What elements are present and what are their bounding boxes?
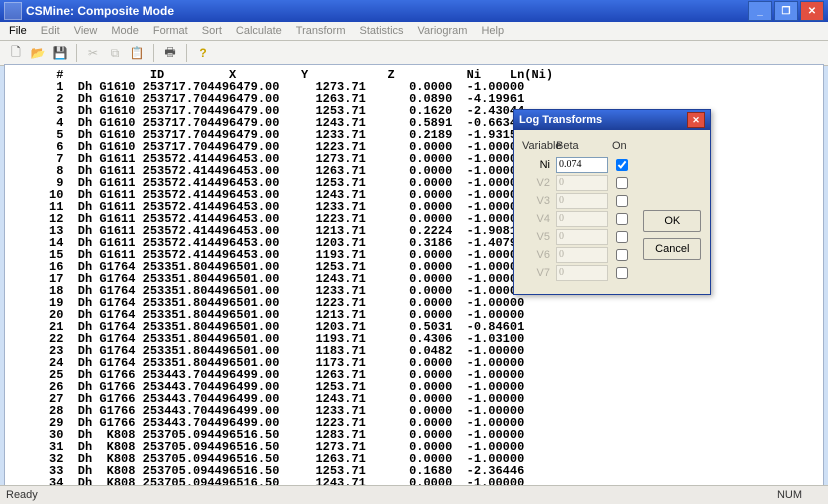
menu-file[interactable]: File bbox=[4, 25, 32, 37]
ok-button[interactable]: OK bbox=[643, 210, 701, 232]
on-checkbox-v2[interactable] bbox=[616, 177, 628, 189]
log-transforms-dialog: Log Transforms ✕ Variable Beta On Ni V2 V3… bbox=[513, 109, 711, 295]
menu-statistics[interactable]: Statistics bbox=[355, 25, 409, 37]
status-left: Ready bbox=[6, 489, 38, 501]
cancel-button[interactable]: Cancel bbox=[643, 238, 701, 260]
beta-input-v6 bbox=[556, 247, 608, 263]
help-icon[interactable]: ? bbox=[193, 43, 213, 63]
var-label: V5 bbox=[522, 231, 556, 243]
menu-bar: File Edit View Mode Format Sort Calculat… bbox=[0, 22, 828, 41]
window-title: CSMine: Composite Mode bbox=[26, 4, 174, 18]
var-label: V6 bbox=[522, 249, 556, 261]
menu-edit[interactable]: Edit bbox=[36, 25, 65, 37]
var-row-v4: V4 bbox=[522, 210, 643, 227]
header-beta: Beta bbox=[556, 140, 612, 152]
menu-mode[interactable]: Mode bbox=[106, 25, 144, 37]
var-label: Ni bbox=[522, 159, 556, 171]
print-icon[interactable]: 🖶 bbox=[160, 43, 180, 63]
var-row-ni: Ni bbox=[522, 156, 643, 173]
cut-icon[interactable]: ✂ bbox=[83, 43, 103, 63]
on-checkbox-v6[interactable] bbox=[616, 249, 628, 261]
open-icon[interactable]: 📂 bbox=[28, 43, 48, 63]
toolbar-separator bbox=[76, 44, 77, 62]
beta-input-v4 bbox=[556, 211, 608, 227]
dialog-close-button[interactable]: ✕ bbox=[687, 112, 705, 128]
paste-icon[interactable]: 📋 bbox=[127, 43, 147, 63]
on-checkbox-ni[interactable] bbox=[616, 159, 628, 171]
header-variable: Variable bbox=[522, 140, 556, 152]
maximize-button[interactable]: ❐ bbox=[774, 1, 798, 21]
menu-format[interactable]: Format bbox=[148, 25, 193, 37]
var-row-v5: V5 bbox=[522, 228, 643, 245]
menu-transform[interactable]: Transform bbox=[291, 25, 351, 37]
dialog-title-bar: Log Transforms ✕ bbox=[514, 110, 710, 130]
menu-sort[interactable]: Sort bbox=[197, 25, 227, 37]
status-bar: Ready NUM bbox=[0, 485, 828, 504]
new-icon[interactable]: 🗋 bbox=[6, 43, 26, 63]
status-right: NUM bbox=[777, 489, 802, 501]
toolbar-separator bbox=[186, 44, 187, 62]
toolbar-separator bbox=[153, 44, 154, 62]
toolbar: 🗋 📂 💾 ✂ ⧉ 📋 🖶 ? bbox=[0, 41, 828, 66]
menu-view[interactable]: View bbox=[69, 25, 103, 37]
menu-help[interactable]: Help bbox=[476, 25, 509, 37]
beta-input-v2 bbox=[556, 175, 608, 191]
var-label: V4 bbox=[522, 213, 556, 225]
beta-input-v7 bbox=[556, 265, 608, 281]
beta-input-ni[interactable] bbox=[556, 157, 608, 173]
var-row-v2: V2 bbox=[522, 174, 643, 191]
var-row-v3: V3 bbox=[522, 192, 643, 209]
close-button[interactable]: ✕ bbox=[800, 1, 824, 21]
header-on: On bbox=[612, 140, 636, 152]
menu-variogram[interactable]: Variogram bbox=[413, 25, 473, 37]
var-label: V2 bbox=[522, 177, 556, 189]
on-checkbox-v4[interactable] bbox=[616, 213, 628, 225]
title-bar: CSMine: Composite Mode _ ❐ ✕ bbox=[0, 0, 828, 22]
app-icon bbox=[4, 2, 22, 20]
var-row-v6: V6 bbox=[522, 246, 643, 263]
var-row-v7: V7 bbox=[522, 264, 643, 281]
var-label: V7 bbox=[522, 267, 556, 279]
minimize-button[interactable]: _ bbox=[748, 1, 772, 21]
menu-calculate[interactable]: Calculate bbox=[231, 25, 287, 37]
on-checkbox-v3[interactable] bbox=[616, 195, 628, 207]
save-icon[interactable]: 💾 bbox=[50, 43, 70, 63]
beta-input-v3 bbox=[556, 193, 608, 209]
beta-input-v5 bbox=[556, 229, 608, 245]
on-checkbox-v5[interactable] bbox=[616, 231, 628, 243]
var-label: V3 bbox=[522, 195, 556, 207]
on-checkbox-v7[interactable] bbox=[616, 267, 628, 279]
copy-icon[interactable]: ⧉ bbox=[105, 43, 125, 63]
dialog-title: Log Transforms bbox=[519, 114, 602, 126]
